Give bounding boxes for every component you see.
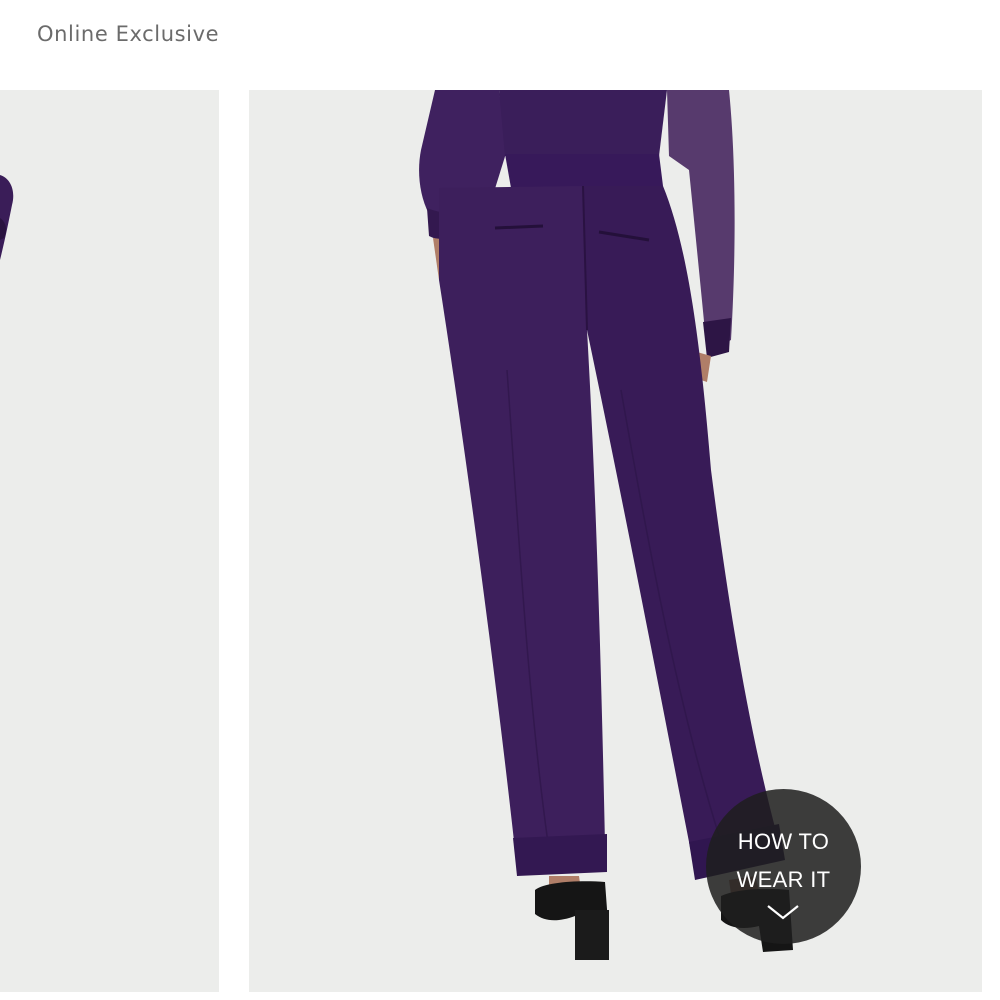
- product-image-main[interactable]: [249, 90, 982, 992]
- product-photo-previous: [0, 175, 14, 260]
- how-to-wear-it-button[interactable]: HOW TO WEAR IT: [706, 789, 861, 944]
- how-to-wear-line-1: HOW TO: [737, 829, 830, 854]
- online-exclusive-badge: Online Exclusive: [37, 22, 220, 46]
- chevron-down-icon: [767, 905, 799, 920]
- product-image-previous[interactable]: [0, 90, 219, 992]
- product-photo-main: [419, 90, 793, 960]
- how-to-wear-line-2: WEAR IT: [736, 867, 831, 892]
